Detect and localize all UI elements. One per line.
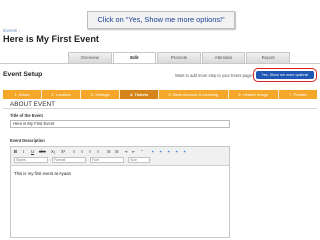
- tab-report[interactable]: Report: [246, 52, 290, 63]
- step-publish[interactable]: 7. Publish: [278, 90, 317, 99]
- table-icon[interactable]: ✦: [183, 149, 187, 154]
- justify-icon[interactable]: ≡: [97, 149, 99, 154]
- outdent-icon[interactable]: ⇤: [132, 149, 136, 154]
- step-header-image[interactable]: 6. Header Image: [227, 90, 278, 99]
- step-bank-account[interactable]: 5. Bank Account & Invoicing: [158, 90, 227, 99]
- anchor-icon[interactable]: ✦: [167, 149, 171, 154]
- section-title: Event Setup: [3, 71, 43, 78]
- font-select[interactable]: Font: [90, 157, 124, 163]
- underline-button[interactable]: U: [31, 149, 34, 154]
- editor-toolbar: B I U abc X₂ X² ≡ ≡ ≡ ≡ ☰ ☰ ⇥ ⇤ “ ✦ ✦ ✦ …: [11, 147, 229, 166]
- tab-attendee[interactable]: Attendee: [201, 52, 246, 63]
- show-more-options-button[interactable]: Yes, Show me more options!: [256, 71, 314, 79]
- italic-button[interactable]: I: [23, 149, 24, 154]
- strikethrough-button[interactable]: abc: [39, 149, 46, 154]
- instruction-callout: Click on “Yes, Show me more options!”: [87, 11, 235, 29]
- tab-divider: [0, 63, 320, 64]
- step-tickets[interactable]: 4. Tickets: [119, 90, 159, 99]
- step-about[interactable]: 1. About: [3, 90, 41, 99]
- bullet-list-icon[interactable]: ☰: [107, 149, 111, 154]
- page-title: Here is My First Event: [3, 34, 99, 44]
- blockquote-icon[interactable]: “: [141, 149, 142, 154]
- about-heading: ABOUT EVENT: [10, 101, 55, 108]
- numbered-list-icon[interactable]: ☰: [115, 149, 119, 154]
- setup-steps: 1. About 2. Location 3. Settings 4. Tick…: [3, 90, 317, 99]
- format-select[interactable]: Format: [52, 157, 86, 163]
- align-right-icon[interactable]: ≡: [89, 149, 91, 154]
- description-label: Event Description: [10, 138, 45, 143]
- indent-icon[interactable]: ⇥: [124, 149, 128, 154]
- step-settings[interactable]: 3. Settings: [80, 90, 119, 99]
- size-select[interactable]: Size: [128, 157, 150, 163]
- step-location[interactable]: 2. Location: [41, 90, 80, 99]
- tab-overview[interactable]: Overview: [68, 52, 112, 63]
- event-tabs: Overview Edit Promote Attendee Report: [68, 52, 290, 63]
- styles-select[interactable]: Styles: [14, 157, 48, 163]
- unlink-icon[interactable]: ✦: [159, 149, 163, 154]
- superscript-button[interactable]: X²: [61, 149, 65, 154]
- more-steps-prompt: Want to add more step to your Event page…: [175, 73, 255, 78]
- breadcrumb[interactable]: Events ›: [3, 28, 20, 33]
- align-left-icon[interactable]: ≡: [73, 149, 75, 154]
- link-icon[interactable]: ✦: [151, 149, 155, 154]
- description-text: This is my first event at Ayaan: [14, 171, 71, 176]
- title-label: Title of the Event: [10, 113, 43, 118]
- event-title-input[interactable]: Here is My First Event: [10, 120, 230, 128]
- tab-promote[interactable]: Promote: [157, 52, 201, 63]
- align-center-icon[interactable]: ≡: [81, 149, 83, 154]
- section-divider: [3, 108, 317, 109]
- subscript-button[interactable]: X₂: [51, 149, 55, 154]
- tab-edit[interactable]: Edit: [112, 52, 157, 63]
- bold-button[interactable]: B: [14, 149, 17, 154]
- image-icon[interactable]: ✦: [175, 149, 179, 154]
